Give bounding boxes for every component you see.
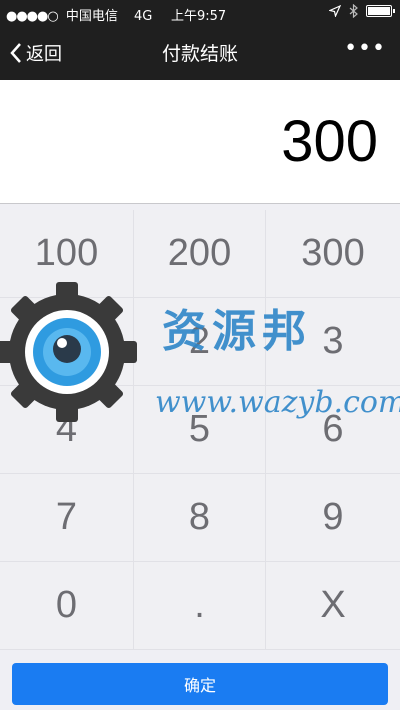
signal-strength-icon: ●●●●○ <box>6 9 59 24</box>
key-4[interactable]: 4 <box>0 386 134 474</box>
key-3[interactable]: 3 <box>266 298 400 386</box>
battery-icon <box>366 5 395 17</box>
status-time: 上午9:57 <box>171 9 227 24</box>
key-9[interactable]: 9 <box>266 474 400 562</box>
key-200[interactable]: 200 <box>134 210 266 298</box>
key-7[interactable]: 7 <box>0 474 134 562</box>
confirm-bar: 确定 <box>0 650 400 710</box>
key-0[interactable]: 0 <box>0 562 134 650</box>
key-1[interactable]: 1 <box>0 298 134 386</box>
bluetooth-icon <box>349 4 358 18</box>
key-5[interactable]: 5 <box>134 386 266 474</box>
confirm-button[interactable]: 确定 <box>12 663 388 705</box>
more-options-button[interactable]: ••• <box>344 36 386 61</box>
key-clear[interactable]: X <box>266 562 400 650</box>
key-100[interactable]: 100 <box>0 210 134 298</box>
navigation-bar: 返回 付款结账 ••• <box>0 26 400 80</box>
page-title: 付款结账 <box>161 43 238 65</box>
amount-display: 300 <box>0 80 400 204</box>
key-2[interactable]: 2 <box>134 298 266 386</box>
numeric-keypad: 100 200 300 1 2 3 4 5 6 7 8 9 0 . X <box>0 210 400 650</box>
amount-value: 300 <box>281 109 378 174</box>
network-type: 4G <box>134 9 153 24</box>
key-300[interactable]: 300 <box>266 210 400 298</box>
key-6[interactable]: 6 <box>266 386 400 474</box>
carrier-name: 中国电信 <box>65 9 118 24</box>
status-bar: ●●●●○ 中国电信 4G 上午9:57 <box>0 0 400 26</box>
key-8[interactable]: 8 <box>134 474 266 562</box>
location-arrow-icon <box>329 5 341 17</box>
key-decimal[interactable]: . <box>134 562 266 650</box>
